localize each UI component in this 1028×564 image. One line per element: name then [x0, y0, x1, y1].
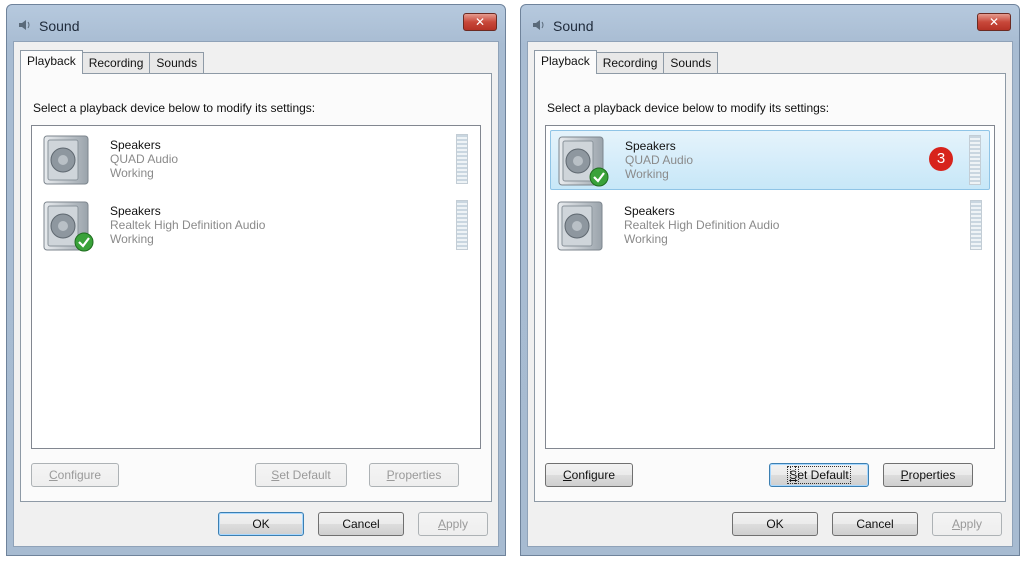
device-list[interactable]: Speakers QUAD Audio Working Speakers Rea…	[31, 125, 481, 449]
window-title: Sound	[39, 18, 80, 34]
level-meter	[456, 200, 468, 250]
tab-strip: Playback Recording Sounds	[20, 50, 205, 74]
window-title: Sound	[553, 18, 594, 34]
playback-panel: Select a playback device below to modify…	[534, 73, 1006, 502]
properties-label: roperties	[908, 468, 956, 482]
apply-button[interactable]: Apply	[932, 512, 1002, 536]
set-default-button[interactable]: Set Default	[769, 463, 869, 487]
properties-accelerator: P	[900, 468, 909, 482]
tab-sounds[interactable]: Sounds	[149, 52, 205, 74]
device-item-selected[interactable]: Speakers QUAD Audio Working 3	[550, 130, 990, 190]
cancel-button[interactable]: Cancel	[832, 512, 918, 536]
device-status: Working	[624, 232, 668, 246]
device-item[interactable]: Speakers QUAD Audio Working	[36, 130, 476, 190]
configure-label: onfigure	[57, 468, 102, 482]
properties-button[interactable]: Properties	[883, 463, 973, 487]
speaker-device-icon	[38, 134, 96, 188]
properties-label: roperties	[394, 468, 442, 482]
device-driver: QUAD Audio	[110, 152, 179, 166]
properties-button[interactable]: Properties	[369, 463, 459, 487]
dialog-client: Playback Recording Sounds Select a playb…	[13, 41, 499, 547]
tab-playback[interactable]: Playback	[20, 50, 83, 74]
apply-button[interactable]: Apply	[418, 512, 488, 536]
apply-label: pply	[446, 517, 469, 531]
tab-sounds[interactable]: Sounds	[663, 52, 719, 74]
green-check-icon	[74, 232, 94, 252]
tab-recording[interactable]: Recording	[595, 52, 665, 74]
properties-accelerator: P	[386, 468, 395, 482]
set-default-button[interactable]: Set Default	[255, 463, 347, 487]
level-meter	[969, 135, 981, 185]
apply-accelerator: A	[437, 517, 446, 531]
step-callout-badge: 3	[929, 147, 953, 171]
sound-window-right: Sound ✕ Playback Recording Sounds Select…	[520, 4, 1020, 556]
apply-label: pply	[960, 517, 983, 531]
speaker-device-icon	[38, 200, 96, 254]
device-status: Working	[110, 166, 154, 180]
green-check-icon	[589, 167, 609, 187]
tab-playback[interactable]: Playback	[534, 50, 597, 74]
ok-button[interactable]: OK	[218, 512, 304, 536]
close-button[interactable]: ✕	[463, 13, 497, 31]
speaker-icon	[17, 17, 33, 33]
device-name: Speakers	[110, 204, 161, 218]
device-driver: QUAD Audio	[625, 153, 694, 167]
playback-panel: Select a playback device below to modify…	[20, 73, 492, 502]
speaker-device-icon	[552, 200, 610, 254]
set-default-accelerator: S	[271, 468, 280, 482]
configure-button[interactable]: Configure	[31, 463, 119, 487]
configure-accelerator: C	[562, 468, 572, 482]
device-name: Speakers	[110, 138, 161, 152]
close-button[interactable]: ✕	[977, 13, 1011, 31]
device-driver: Realtek High Definition Audio	[624, 218, 780, 232]
configure-label: onfigure	[571, 468, 616, 482]
device-name: Speakers	[625, 139, 676, 153]
configure-button[interactable]: Configure	[545, 463, 633, 487]
set-default-label: et Default	[279, 468, 331, 482]
speaker-device-icon	[553, 135, 611, 189]
configure-accelerator: C	[48, 468, 58, 482]
tab-strip: Playback Recording Sounds	[534, 50, 719, 74]
device-list[interactable]: Speakers QUAD Audio Working 3 Speakers R…	[545, 125, 995, 449]
tab-recording[interactable]: Recording	[81, 52, 151, 74]
device-driver: Realtek High Definition Audio	[110, 218, 266, 232]
device-status: Working	[110, 232, 154, 246]
device-item[interactable]: Speakers Realtek High Definition Audio W…	[550, 196, 990, 256]
instruction-text: Select a playback device below to modify…	[33, 101, 316, 115]
device-item[interactable]: Speakers Realtek High Definition Audio W…	[36, 196, 476, 256]
dialog-client: Playback Recording Sounds Select a playb…	[527, 41, 1013, 547]
title-bar[interactable]: Sound ✕	[7, 5, 505, 45]
cancel-button[interactable]: Cancel	[318, 512, 404, 536]
device-name: Speakers	[624, 204, 675, 218]
set-default-label: et Default	[795, 466, 851, 484]
apply-accelerator: A	[951, 517, 960, 531]
speaker-icon	[531, 17, 547, 33]
level-meter	[456, 134, 468, 184]
instruction-text: Select a playback device below to modify…	[547, 101, 830, 115]
device-status: Working	[625, 167, 669, 181]
level-meter	[970, 200, 982, 250]
title-bar[interactable]: Sound ✕	[521, 5, 1019, 45]
sound-window-left: Sound ✕ Playback Recording Sounds Select…	[6, 4, 506, 556]
ok-button[interactable]: OK	[732, 512, 818, 536]
